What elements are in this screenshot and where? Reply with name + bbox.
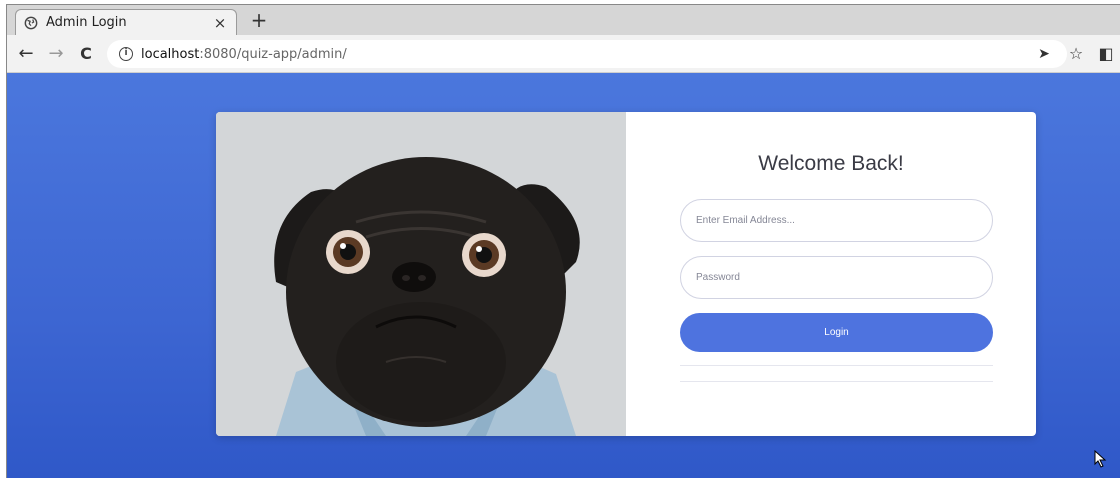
tab-admin-login[interactable]: Admin Login × <box>15 9 237 35</box>
bookmark-star-icon[interactable]: ☆ <box>1065 43 1087 65</box>
info-icon[interactable]: i <box>119 47 133 61</box>
address-bar[interactable]: i localhost:8080/quiz-app/admin/ <box>107 40 1067 68</box>
divider <box>680 365 993 366</box>
forward-button[interactable]: → <box>45 43 67 65</box>
mouse-cursor-icon <box>1094 450 1107 468</box>
browser-window: Admin Login × + ← → C i localhost:8080/q… <box>6 4 1120 478</box>
new-tab-button[interactable]: + <box>247 10 271 32</box>
side-panel-icon[interactable]: ◧ <box>1095 43 1117 65</box>
tab-strip: Admin Login × + <box>7 5 1120 35</box>
browser-toolbar: ← → C i localhost:8080/quiz-app/admin/ ➤… <box>7 35 1120 73</box>
url-host: localhost <box>141 46 200 62</box>
globe-icon <box>24 16 38 29</box>
tab-title: Admin Login <box>46 15 127 30</box>
divider <box>680 381 993 382</box>
pug-photo <box>216 112 626 436</box>
email-field[interactable] <box>680 199 993 242</box>
url-path: :8080/quiz-app/admin/ <box>199 46 347 62</box>
back-button[interactable]: ← <box>15 43 37 65</box>
page-content: Welcome Back! Login <box>7 73 1120 478</box>
login-card: Welcome Back! Login <box>216 112 1036 436</box>
password-field[interactable] <box>680 256 993 299</box>
reload-button[interactable]: C <box>75 43 97 65</box>
page-title: Welcome Back! <box>758 152 904 175</box>
close-icon[interactable]: × <box>212 14 228 32</box>
send-icon[interactable]: ➤ <box>1033 43 1055 65</box>
login-button[interactable]: Login <box>680 313 993 352</box>
login-form: Welcome Back! Login <box>626 112 1036 436</box>
